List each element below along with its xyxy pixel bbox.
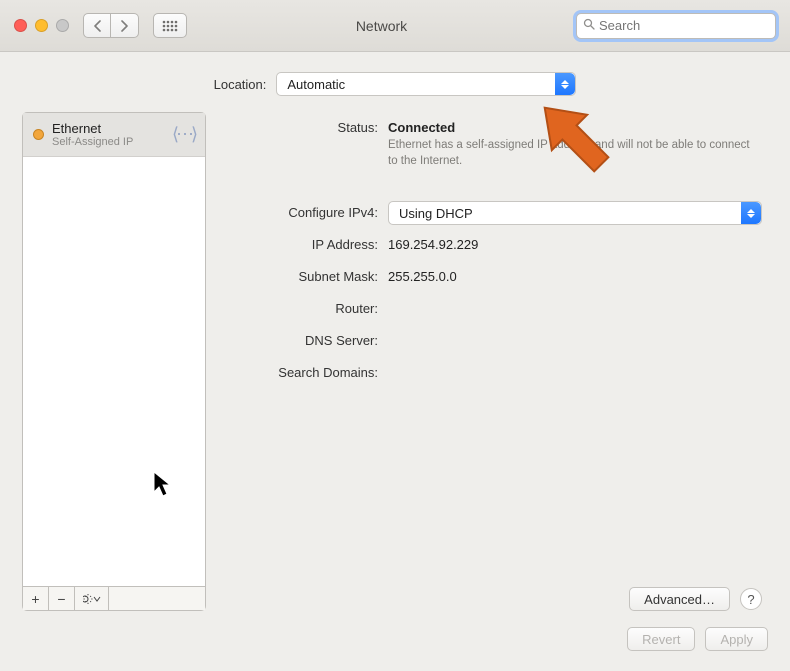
service-item-text: Ethernet Self-Assigned IP <box>52 121 164 148</box>
titlebar: Network <box>0 0 790 52</box>
chevron-updown-icon <box>741 202 761 224</box>
apply-button[interactable]: Apply <box>705 627 768 651</box>
remove-service-button[interactable]: − <box>49 587 75 610</box>
service-item-ethernet[interactable]: Ethernet Self-Assigned IP ⟨⋯⟩ <box>23 113 205 157</box>
status-value-block: Connected Ethernet has a self-assigned I… <box>388 116 762 169</box>
domains-row: Search Domains: <box>228 361 762 387</box>
help-button[interactable]: ? <box>740 588 762 610</box>
minimize-icon[interactable] <box>35 19 48 32</box>
service-list[interactable]: Ethernet Self-Assigned IP ⟨⋯⟩ <box>23 113 205 586</box>
service-status: Self-Assigned IP <box>52 136 164 148</box>
location-select[interactable]: Automatic <box>276 72 576 96</box>
status-dot-icon <box>33 129 44 140</box>
traffic-lights <box>14 19 69 32</box>
configure-ipv4-select[interactable]: Using DHCP <box>388 201 762 225</box>
router-label: Router: <box>228 297 378 316</box>
service-name: Ethernet <box>52 121 164 136</box>
status-label: Status: <box>228 116 378 135</box>
main-row: Ethernet Self-Assigned IP ⟨⋯⟩ + − Status… <box>22 112 768 611</box>
mask-label: Subnet Mask: <box>228 265 378 284</box>
router-row: Router: <box>228 297 762 323</box>
chevron-updown-icon <box>555 73 575 95</box>
status-description: Ethernet has a self-assigned IP address … <box>388 138 762 169</box>
nav-buttons <box>83 13 139 38</box>
maximize-icon <box>56 19 69 32</box>
configure-label: Configure IPv4: <box>228 201 378 220</box>
mask-value: 255.255.0.0 <box>388 265 762 284</box>
show-all-button[interactable] <box>153 13 187 38</box>
domains-label: Search Domains: <box>228 361 378 380</box>
configure-row: Configure IPv4: Using DHCP <box>228 201 762 227</box>
status-value: Connected <box>388 120 455 135</box>
detail-panel: Status: Connected Ethernet has a self-as… <box>222 112 768 611</box>
service-actions-button[interactable] <box>75 587 109 610</box>
domains-value <box>388 361 762 365</box>
mask-row: Subnet Mask: 255.255.0.0 <box>228 265 762 291</box>
status-row: Status: Connected Ethernet has a self-as… <box>228 116 762 169</box>
location-label: Location: <box>214 77 267 92</box>
location-row: Location: Automatic <box>22 72 768 96</box>
ip-row: IP Address: 169.254.92.229 <box>228 233 762 259</box>
search-input[interactable] <box>599 18 775 33</box>
service-sidebar: Ethernet Self-Assigned IP ⟨⋯⟩ + − <box>22 112 206 611</box>
configure-value: Using DHCP <box>399 206 473 221</box>
window-title: Network <box>201 18 562 34</box>
content: Location: Automatic Ethernet Self-Assign… <box>0 52 790 671</box>
back-button[interactable] <box>83 13 111 38</box>
sidebar-toolbar: + − <box>23 586 205 610</box>
search-icon <box>583 18 595 33</box>
sidebar-toolbar-spacer <box>109 587 205 610</box>
router-value <box>388 297 762 301</box>
revert-button[interactable]: Revert <box>627 627 695 651</box>
forward-button[interactable] <box>111 13 139 38</box>
footer: Revert Apply <box>22 611 768 651</box>
ip-value: 169.254.92.229 <box>388 233 762 252</box>
search-field[interactable] <box>576 13 776 39</box>
ip-label: IP Address: <box>228 233 378 252</box>
dns-row: DNS Server: <box>228 329 762 355</box>
advanced-row: Advanced… ? <box>228 557 762 611</box>
advanced-button[interactable]: Advanced… <box>629 587 730 611</box>
add-service-button[interactable]: + <box>23 587 49 610</box>
close-icon[interactable] <box>14 19 27 32</box>
location-value: Automatic <box>287 77 345 92</box>
dns-label: DNS Server: <box>228 329 378 348</box>
dns-value <box>388 329 762 333</box>
ethernet-icon: ⟨⋯⟩ <box>172 124 195 145</box>
